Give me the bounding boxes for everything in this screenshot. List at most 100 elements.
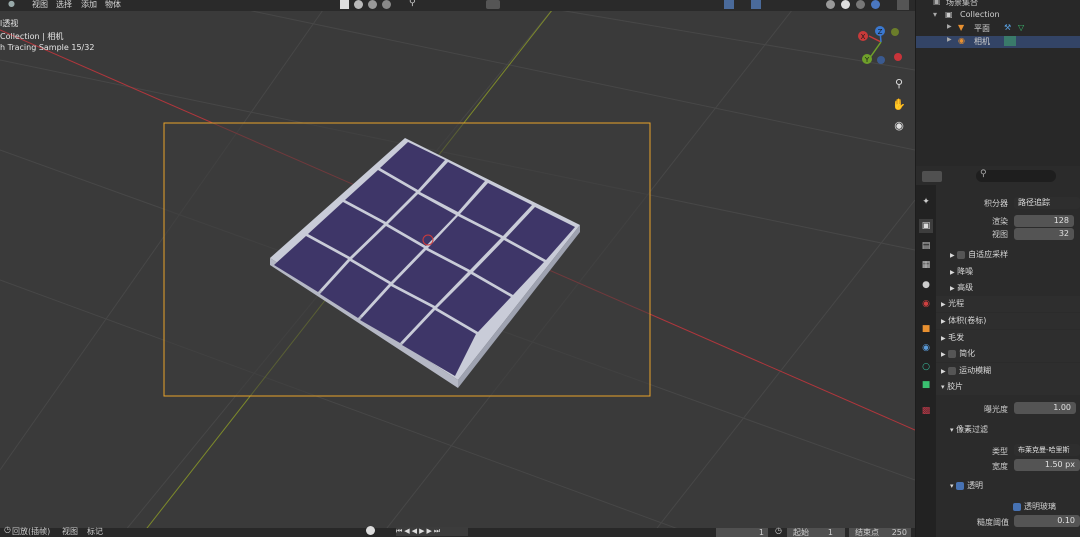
overlay-icon[interactable] xyxy=(367,0,377,9)
menu-select[interactable]: 选择 xyxy=(56,0,72,10)
section-motion-blur[interactable]: ▶ 运动模糊 xyxy=(936,363,1080,379)
playback-controls[interactable]: ⏮◀◀▶▶⏭ xyxy=(396,527,468,536)
xray-icon[interactable] xyxy=(381,0,391,9)
output-tab-icon[interactable]: ▤ xyxy=(919,239,933,253)
section-transparent[interactable]: ▾ 透明 xyxy=(936,478,1080,494)
marker-menu[interactable]: 标记 xyxy=(87,526,103,537)
timeline-editor-icon[interactable]: ◷ xyxy=(4,525,11,534)
render-tab-icon[interactable]: ▣ xyxy=(919,219,933,233)
world-tab-icon[interactable]: ◉ xyxy=(919,297,933,311)
transparent-glass-row[interactable]: 透明玻璃 xyxy=(1013,501,1056,512)
volumes-label: 体积(卷标) xyxy=(948,316,987,325)
pause-icon[interactable] xyxy=(897,0,909,10)
outliner-scene-row[interactable]: ▣ 场景集合 xyxy=(916,0,1080,9)
render-samples-field[interactable]: 128 xyxy=(1014,215,1074,227)
editor-type-icon[interactable]: ● xyxy=(8,0,15,8)
texture-tab-icon[interactable]: ▩ xyxy=(919,404,933,418)
menu-add[interactable]: 添加 xyxy=(81,0,97,10)
motion-blur-checkbox[interactable] xyxy=(948,366,957,375)
section-advanced[interactable]: ▶ 高级 xyxy=(936,280,1080,296)
end-frame-field[interactable]: 结束点 250 xyxy=(849,528,911,537)
adaptive-checkbox[interactable] xyxy=(957,250,966,259)
filter-width-label: 宽度 xyxy=(992,462,1008,471)
simplify-checkbox[interactable] xyxy=(948,349,957,358)
properties-search-input[interactable]: ⚲ xyxy=(976,169,1056,182)
start-frame-field[interactable]: 起始 1 xyxy=(787,528,845,537)
hand-pan-icon[interactable]: ✋ xyxy=(891,97,907,113)
rendered-shading-icon[interactable] xyxy=(870,0,880,9)
current-frame-field[interactable]: 1 xyxy=(716,528,768,537)
camera-data-icon[interactable] xyxy=(1004,36,1016,46)
expand-arrow-icon[interactable]: ▶ xyxy=(947,23,952,30)
gizmo-icon[interactable] xyxy=(724,0,734,9)
wireframe-shading-icon[interactable] xyxy=(826,0,835,9)
shading-icon[interactable] xyxy=(353,0,363,9)
overlays-icon[interactable] xyxy=(750,0,761,9)
view-layer-tab-icon[interactable]: ▦ xyxy=(919,258,933,272)
integrator-dropdown[interactable]: 路径追踪 xyxy=(1014,197,1080,209)
clock-icon[interactable]: ◷ xyxy=(775,526,782,535)
viewport-shading[interactable] xyxy=(826,0,886,10)
wrench-icon[interactable]: ⚒ xyxy=(1004,23,1011,32)
view-menu[interactable]: 视图 xyxy=(62,526,78,537)
editor-type-dropdown[interactable] xyxy=(922,171,942,182)
record-icon[interactable] xyxy=(366,526,375,535)
transparent-glass-label: 透明玻璃 xyxy=(1024,502,1056,511)
menu-object[interactable]: 物体 xyxy=(105,0,121,10)
object-tab-icon[interactable]: ■ xyxy=(919,322,933,336)
roughness-threshold-field[interactable]: 0.10 xyxy=(1014,515,1080,527)
constraints-tab-icon[interactable]: ○ xyxy=(919,360,933,374)
section-film[interactable]: ▾ 胶片 xyxy=(936,379,1080,395)
playback-menu[interactable]: 回放(插帧) xyxy=(12,526,50,537)
section-denoise[interactable]: ▶ 降噪 xyxy=(936,264,1080,280)
x-axis-label: X xyxy=(861,33,866,41)
section-adaptive-sampling[interactable]: ▶ 自适应采样 xyxy=(936,247,1080,263)
filter-width-field[interactable]: 1.50 px xyxy=(1014,459,1080,471)
search-icon[interactable]: ⚲ xyxy=(409,0,416,8)
outliner-item-plane[interactable]: ▶ ▼ 平面 ⚒ ▽ xyxy=(916,23,1080,35)
tool-tab-icon[interactable]: ✦ xyxy=(919,195,933,209)
expand-arrow-icon[interactable]: ▶ xyxy=(947,36,952,43)
end-frame-label: 结束点 xyxy=(855,528,879,537)
navigation-gizmo[interactable]: X Z Y xyxy=(855,24,907,68)
viewport-samples-label: 视图 xyxy=(992,230,1008,239)
outliner-item-label: 平面 xyxy=(974,24,990,33)
transparent-glass-checkbox[interactable] xyxy=(1013,502,1021,511)
zoom-icon[interactable]: ⚲ xyxy=(891,76,907,92)
camera-view-icon[interactable]: ◉ xyxy=(891,118,907,134)
outliner-item-camera[interactable]: ▶ ◉ 相机 xyxy=(916,36,1080,48)
collection-label: Collection xyxy=(960,10,1000,19)
section-pixel-filter[interactable]: ▾ 像素过滤 xyxy=(936,422,1080,438)
3d-viewport[interactable]: X Z Y ⚲ ✋ ◉ l透视 Collection | 相机 h Tracin… xyxy=(0,0,915,537)
section-volumes[interactable]: ▶ 体积(卷标) xyxy=(936,313,1080,329)
select-box-icon[interactable] xyxy=(340,0,349,9)
mesh-data-icon[interactable]: ▽ xyxy=(1018,23,1024,32)
outliner: ▣ 场景集合 ▾ ▣ Collection ▶ ▼ 平面 ⚒ ▽ ▶ ◉ 相机 xyxy=(916,0,1080,166)
simplify-label: 简化 xyxy=(959,349,976,358)
advanced-label: 高级 xyxy=(957,283,974,292)
light-paths-label: 光程 xyxy=(948,299,965,308)
section-simplify[interactable]: ▶ 简化 xyxy=(936,346,1080,362)
render-status: h Tracing Sample 15/32 xyxy=(0,43,95,52)
properties-tabs: ✦ ▣ ▤ ▦ ● ◉ ■ ◉ ○ ■ ▩ xyxy=(916,185,936,537)
selection-mode-icons[interactable] xyxy=(340,0,420,10)
viewport-samples-field[interactable]: 32 xyxy=(1014,228,1074,240)
section-hair[interactable]: ▶ 毛发 xyxy=(936,330,1080,346)
scene-tab-icon[interactable]: ● xyxy=(919,278,933,292)
camera-object-icon: ◉ xyxy=(958,36,965,45)
exposure-field[interactable]: 1.00 xyxy=(1014,402,1076,414)
camera-data-tab-icon[interactable]: ■ xyxy=(919,378,933,392)
timeline-header: ◷ 回放(插帧) 视图 标记 ⏮◀◀▶▶⏭ 1 ◷ 起始 1 结束点 250 xyxy=(0,525,915,537)
outliner-collection-row[interactable]: ▾ ▣ Collection xyxy=(916,10,1080,22)
section-light-paths[interactable]: ▶ 光程 xyxy=(936,296,1080,312)
transparent-checkbox[interactable] xyxy=(956,481,965,490)
dropdown-button[interactable] xyxy=(486,0,500,9)
material-shading-icon[interactable] xyxy=(855,0,865,9)
menu-view[interactable]: 视图 xyxy=(32,0,48,10)
outliner-item-label: 相机 xyxy=(974,37,990,46)
filter-type-dropdown[interactable]: 布莱克曼-哈里斯 xyxy=(1014,444,1080,456)
gizmo-toggles[interactable] xyxy=(724,0,794,10)
solid-shading-icon[interactable] xyxy=(840,0,850,9)
physics-tab-icon[interactable]: ◉ xyxy=(919,341,933,355)
expand-arrow-icon[interactable]: ▾ xyxy=(933,10,937,19)
